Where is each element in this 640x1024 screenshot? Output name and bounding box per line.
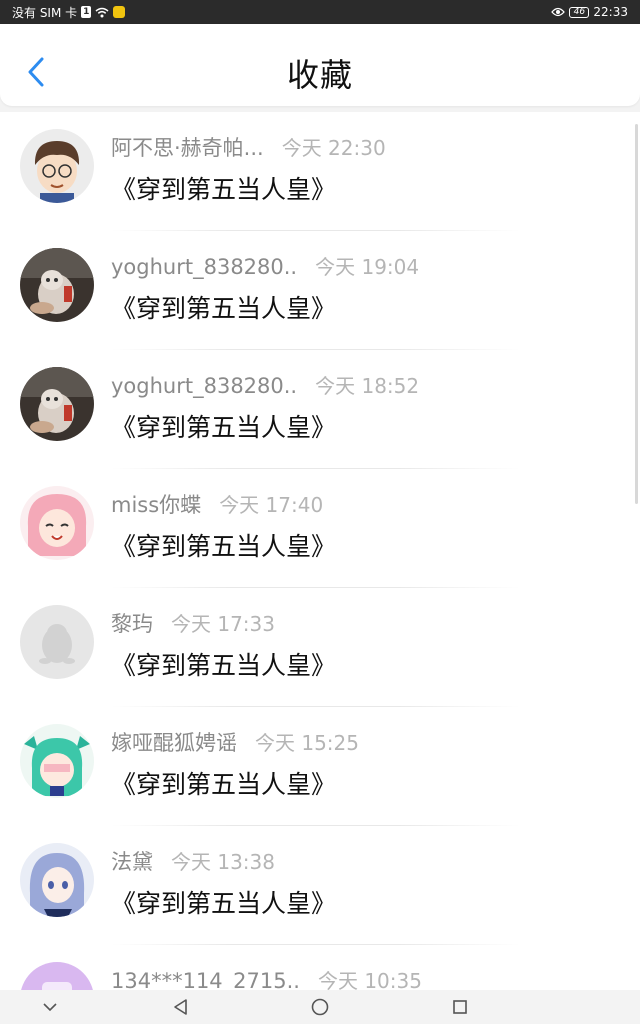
username: 阿不思·赫奇帕...: [111, 136, 264, 160]
status-time: 22:33: [593, 5, 628, 19]
battery-icon: 46: [569, 6, 590, 18]
username: 134***114_2715..: [111, 969, 300, 990]
chevron-down-icon: [43, 1003, 57, 1012]
avatar[interactable]: [20, 605, 94, 679]
list-item[interactable]: miss你蝶 今天 17:40 《穿到第五当人皇》: [0, 469, 640, 588]
eye-icon: [551, 7, 566, 17]
avatar[interactable]: [20, 486, 94, 560]
avatar[interactable]: [20, 724, 94, 798]
cat-photo-avatar-icon: [20, 367, 94, 441]
wifi-icon: [95, 7, 109, 18]
collapse-nav-button[interactable]: [38, 995, 62, 1019]
favorite-content[interactable]: 《穿到第五当人皇》: [111, 289, 336, 325]
favorite-content[interactable]: 《穿到第五当人皇》: [111, 527, 336, 563]
home-circle-icon: [311, 998, 329, 1016]
timestamp: 今天 19:04: [315, 255, 420, 279]
notification-app-icon: [113, 6, 126, 18]
list-item[interactable]: 阿不思·赫奇帕... 今天 22:30 《穿到第五当人皇》: [0, 112, 640, 231]
header: 收藏: [0, 24, 640, 106]
favorites-list[interactable]: 阿不思·赫奇帕... 今天 22:30 《穿到第五当人皇》 yoghurt_83…: [0, 112, 640, 990]
favorite-content[interactable]: 《穿到第五当人皇》: [111, 765, 336, 801]
cat-photo-avatar-icon: [20, 248, 94, 322]
timestamp: 今天 17:33: [171, 612, 275, 636]
nav-back-button[interactable]: [168, 995, 192, 1019]
timestamp: 今天 15:25: [255, 731, 359, 755]
blue-anime-avatar-icon: [20, 843, 94, 917]
avatar[interactable]: [20, 248, 94, 322]
timestamp: 今天 17:40: [219, 493, 324, 517]
avatar[interactable]: [20, 843, 94, 917]
list-item[interactable]: yoghurt_838280.. 今天 18:52 《穿到第五当人皇》: [0, 350, 640, 469]
list-item[interactable]: 黎玙 今天 17:33 《穿到第五当人皇》: [0, 588, 640, 707]
timestamp: 今天 10:35: [317, 969, 422, 990]
username: 法黛: [111, 850, 153, 874]
green-anime-avatar-icon: [20, 724, 94, 798]
username: miss你蝶: [111, 493, 202, 517]
nav-recents-button[interactable]: [448, 995, 472, 1019]
pink-anime-avatar-icon: [20, 486, 94, 560]
username: yoghurt_838280..: [111, 255, 298, 279]
username: yoghurt_838280..: [111, 374, 298, 398]
status-bar: 没有 SIM 卡 1 46 22:33: [0, 0, 640, 24]
username: 嫁哑醌狐娉谣: [111, 731, 237, 755]
favorite-content[interactable]: 《穿到第五当人皇》: [111, 646, 336, 682]
nav-home-button[interactable]: [308, 995, 332, 1019]
favorite-content[interactable]: 《穿到第五当人皇》: [111, 408, 336, 444]
carrier-text: 没有 SIM 卡: [12, 5, 78, 20]
cartoon-boy-avatar-icon: [20, 129, 94, 203]
username: 黎玙: [111, 612, 153, 636]
avatar[interactable]: [20, 962, 94, 990]
favorite-content[interactable]: 《穿到第五当人皇》: [111, 170, 336, 206]
timestamp: 今天 13:38: [171, 850, 275, 874]
back-triangle-icon: [174, 999, 187, 1015]
timestamp: 今天 22:30: [281, 136, 386, 160]
system-nav-bar: [0, 990, 640, 1024]
sim-icon: 1: [81, 6, 92, 18]
favorite-content[interactable]: 《穿到第五当人皇》: [111, 884, 336, 920]
recents-square-icon: [453, 1000, 467, 1014]
page-title: 收藏: [286, 56, 353, 94]
list-item[interactable]: 法黛 今天 13:38 《穿到第五当人皇》: [0, 826, 640, 945]
timestamp: 今天 18:52: [315, 374, 420, 398]
avatar[interactable]: [20, 129, 94, 203]
default-penguin-avatar-icon: [20, 605, 94, 679]
avatar[interactable]: [20, 367, 94, 441]
list-item[interactable]: 134***114_2715.. 今天 10:35: [0, 945, 640, 990]
list-item[interactable]: 嫁哑醌狐娉谣 今天 15:25 《穿到第五当人皇》: [0, 707, 640, 826]
list-item[interactable]: yoghurt_838280.. 今天 19:04 《穿到第五当人皇》: [0, 231, 640, 350]
purple-avatar-icon: [20, 962, 94, 990]
